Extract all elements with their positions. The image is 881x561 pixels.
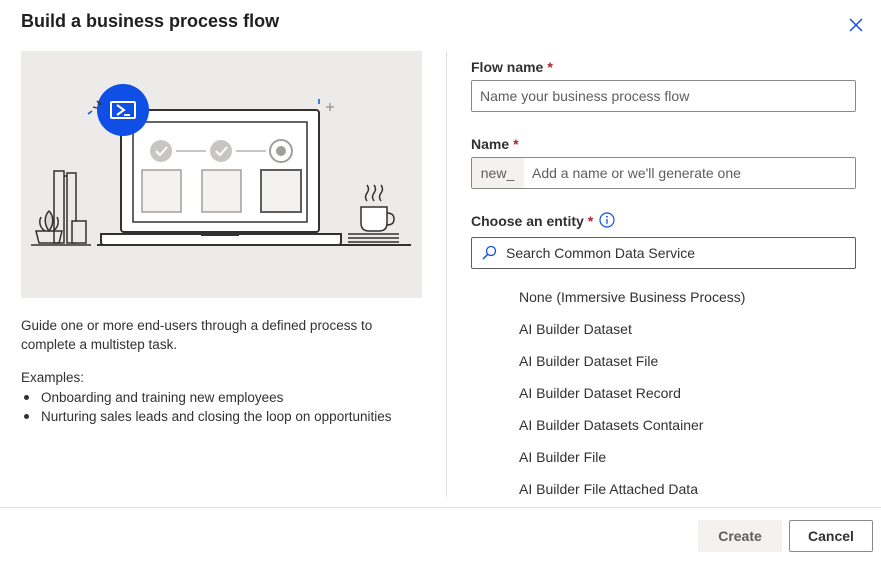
required-mark: * (547, 59, 553, 75)
required-mark: * (513, 136, 519, 152)
vertical-divider (446, 51, 447, 497)
name-label-text: Name (471, 136, 510, 152)
required-mark: * (587, 213, 594, 229)
name-label: Name * (471, 136, 519, 152)
flow-name-label: Flow name * (471, 59, 553, 75)
name-field: new_ (471, 157, 856, 189)
name-input[interactable] (524, 158, 855, 188)
list-item: Nurturing sales leads and closing the lo… (21, 407, 391, 426)
info-button[interactable] (599, 212, 615, 228)
footer-divider (0, 507, 881, 508)
search-icon (482, 245, 497, 260)
entity-search-input[interactable] (506, 245, 855, 261)
entity-search-box (471, 237, 856, 269)
info-icon (599, 212, 615, 228)
cancel-button[interactable]: Cancel (789, 520, 873, 552)
list-item: Onboarding and training new employees (21, 388, 391, 407)
list-item[interactable]: None (Immersive Business Process) (519, 281, 849, 313)
entity-options-list: None (Immersive Business Process) AI Bui… (519, 281, 849, 505)
flow-name-input[interactable] (471, 80, 856, 112)
list-item[interactable]: AI Builder Datasets Container (519, 409, 849, 441)
dialog-title: Build a business process flow (21, 11, 280, 31)
list-item[interactable]: AI Builder File (519, 441, 849, 473)
search-icon-wrap (472, 245, 506, 261)
close-button[interactable] (846, 15, 866, 35)
laptop-process-illustration (21, 51, 422, 298)
list-item[interactable]: AI Builder Dataset File (519, 345, 849, 377)
examples-list: Onboarding and training new employees Nu… (21, 388, 391, 426)
list-item[interactable]: AI Builder File Attached Data (519, 473, 849, 505)
list-item[interactable]: AI Builder Dataset (519, 313, 849, 345)
name-prefix: new_ (472, 158, 524, 188)
close-icon (849, 18, 863, 32)
examples-label: Examples: (21, 370, 85, 385)
flow-name-label-text: Flow name (471, 59, 544, 75)
entity-label: Choose an entity * (471, 213, 593, 229)
description-text: Guide one or more end-users through a de… (21, 318, 373, 352)
create-button[interactable]: Create (698, 520, 782, 552)
entity-label-text: Choose an entity (471, 213, 584, 229)
illustration-drawing (31, 84, 411, 246)
list-item[interactable]: AI Builder Dataset Record (519, 377, 849, 409)
